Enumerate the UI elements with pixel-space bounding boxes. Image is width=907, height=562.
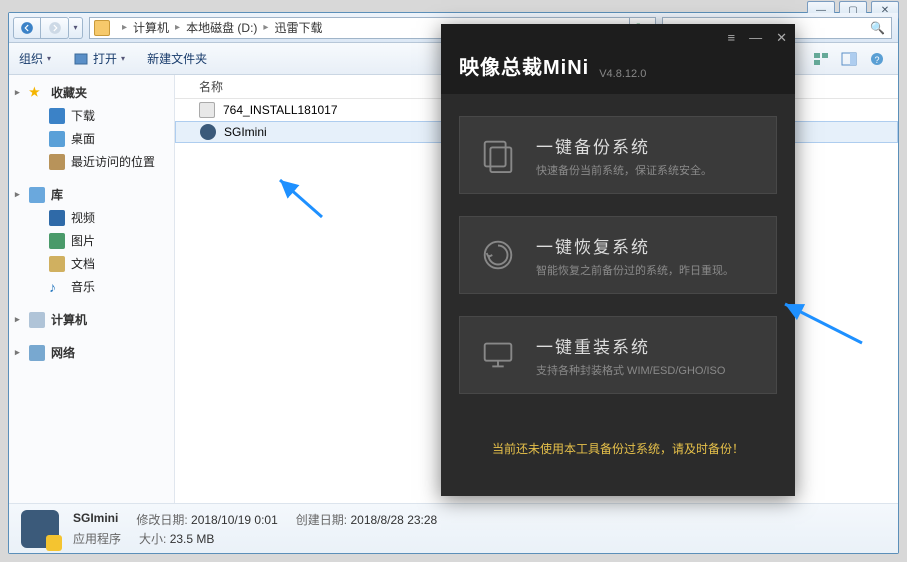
breadcrumb-folder[interactable]: 迅雷下载	[274, 19, 322, 36]
preview-pane-button[interactable]	[838, 48, 860, 70]
breadcrumb-root[interactable]: 计算机	[133, 19, 169, 36]
sidebar-videos[interactable]: 视频	[9, 206, 174, 229]
desktop-icon	[49, 131, 65, 147]
reinstall-card[interactable]: 一键重装系统支持各种封装格式 WIM/ESD/GHO/ISO	[459, 316, 777, 394]
download-icon	[49, 108, 65, 124]
app-icon	[200, 124, 216, 140]
sidebar-documents[interactable]: 文档	[9, 252, 174, 275]
sidebar-libraries[interactable]: ▸库	[9, 183, 174, 206]
music-icon: ♪	[49, 279, 65, 295]
search-icon: 🔍	[870, 21, 885, 35]
details-type: 应用程序	[73, 530, 121, 547]
sidebar-downloads[interactable]: 下载	[9, 104, 174, 127]
restore-icon	[478, 235, 518, 275]
newfolder-label: 新建文件夹	[147, 50, 207, 67]
organize-label: 组织	[19, 50, 43, 67]
document-icon	[49, 256, 65, 272]
arrow-left-icon	[20, 21, 34, 35]
chevron-right-icon: ▸	[175, 22, 180, 33]
sidebar-favorites[interactable]: ▸★收藏夹	[9, 81, 174, 104]
file-name: 764_INSTALL181017	[223, 103, 338, 117]
app-title: 映像总裁MiNi	[459, 51, 589, 80]
picture-icon	[49, 233, 65, 249]
warning-text: 当前还未使用本工具备份过系统，请及时备份！	[459, 440, 777, 457]
sidebar-pictures[interactable]: 图片	[9, 229, 174, 252]
back-button[interactable]	[13, 17, 41, 39]
details-pane: SGImini 修改日期: 2018/10/19 0:01 创建日期: 2018…	[9, 503, 898, 553]
sidebar-music[interactable]: ♪音乐	[9, 275, 174, 298]
recent-icon	[49, 154, 65, 170]
sidebar-computer[interactable]: ▸计算机	[9, 308, 174, 331]
organize-menu[interactable]: 组织▾	[19, 50, 51, 67]
forward-button[interactable]	[41, 17, 69, 39]
video-icon	[49, 210, 65, 226]
computer-icon	[29, 312, 45, 328]
nav-buttons: ▾	[13, 17, 83, 39]
app-window-controls: ≡ — ✕	[728, 30, 788, 46]
sidebar-network[interactable]: ▸网络	[9, 341, 174, 364]
backup-icon	[478, 135, 518, 175]
backup-card[interactable]: 一键备份系统快速备份当前系统，保证系统安全。	[459, 116, 777, 194]
sidebar-desktop[interactable]: 桌面	[9, 127, 174, 150]
restore-card[interactable]: 一键恢复系统智能恢复之前备份过的系统，昨日重现。	[459, 216, 777, 294]
app-minimize-button[interactable]: —	[749, 30, 762, 46]
sidebar: ▸★收藏夹 下载 桌面 最近访问的位置 ▸库 视频 图片 文档 ♪音乐 ▸计算机…	[9, 75, 175, 503]
chevron-right-icon: ▸	[122, 22, 127, 33]
open-button[interactable]: 打开▾	[73, 50, 125, 67]
view-options-button[interactable]	[810, 48, 832, 70]
nav-history-dropdown[interactable]: ▾	[69, 17, 83, 39]
chevron-right-icon: ▸	[263, 22, 268, 33]
breadcrumb-drive[interactable]: 本地磁盘 (D:)	[186, 19, 257, 36]
library-icon	[29, 187, 45, 203]
details-name: SGImini	[73, 511, 118, 528]
sgimini-app-window: 映像总裁MiNi V4.8.12.0 ≡ — ✕ 一键备份系统快速备份当前系统，…	[441, 24, 795, 496]
star-icon: ★	[29, 85, 45, 101]
network-icon	[29, 345, 45, 361]
monitor-icon	[478, 335, 518, 375]
app-titlebar: 映像总裁MiNi V4.8.12.0 ≡ — ✕	[441, 24, 795, 94]
folder-icon	[94, 20, 110, 36]
arrow-right-icon	[48, 21, 62, 35]
app-close-button[interactable]: ✕	[776, 30, 787, 46]
new-folder-button[interactable]: 新建文件夹	[147, 50, 207, 67]
file-large-icon	[21, 510, 59, 548]
installer-icon	[199, 102, 215, 118]
sidebar-recent[interactable]: 最近访问的位置	[9, 150, 174, 173]
file-name: SGImini	[224, 125, 267, 139]
app-version: V4.8.12.0	[599, 68, 646, 80]
help-button[interactable]: ?	[866, 48, 888, 70]
svg-text:?: ?	[874, 55, 879, 65]
open-icon	[73, 51, 89, 67]
open-label: 打开	[93, 50, 117, 67]
app-menu-button[interactable]: ≡	[728, 30, 736, 46]
